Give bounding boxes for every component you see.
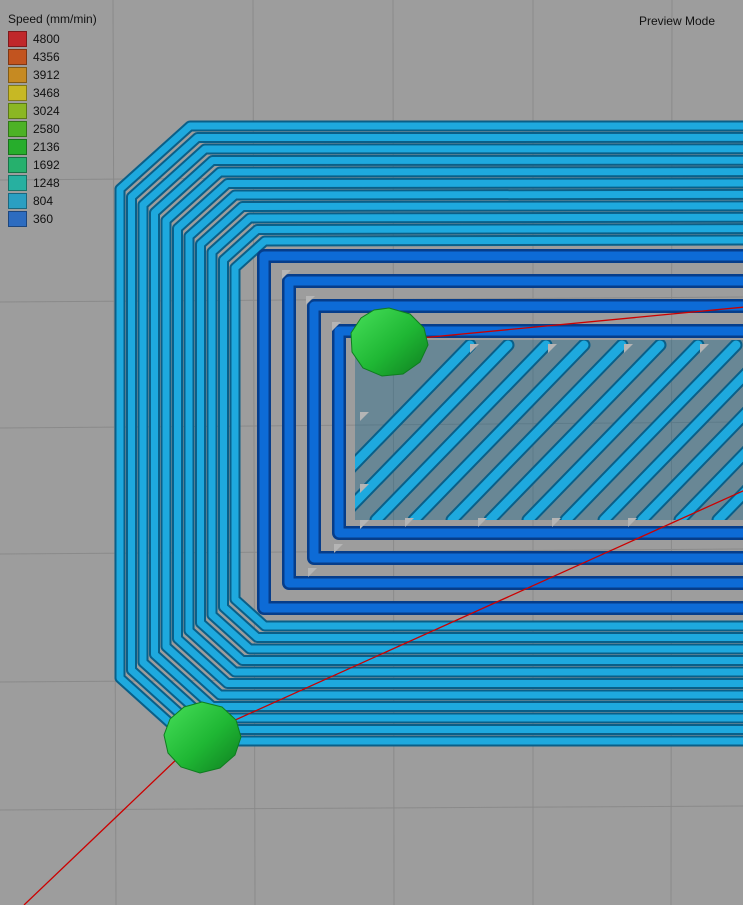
legend-label: 4800	[33, 32, 60, 46]
legend-swatch	[8, 67, 27, 83]
legend-entry: 3912	[8, 66, 97, 84]
preview-mode-label: Preview Mode	[638, 14, 715, 28]
legend-swatch	[8, 157, 27, 173]
legend-entry: 804	[8, 192, 97, 210]
toolpath-canvas[interactable]	[0, 0, 743, 905]
legend-label: 4356	[33, 50, 60, 64]
legend-label: 1692	[33, 158, 60, 172]
3d-viewport[interactable]	[0, 0, 743, 905]
legend-label: 804	[33, 194, 54, 208]
legend-swatch	[8, 121, 27, 137]
legend-entry: 3024	[8, 102, 97, 120]
legend-swatch	[8, 193, 27, 209]
legend-title: Speed (mm/min)	[8, 12, 97, 26]
speed-legend: Speed (mm/min) 4800 4356 3912 3468 3024 2580 2…	[8, 12, 97, 228]
legend-entry: 2136	[8, 138, 97, 156]
legend-entry: 360	[8, 210, 97, 228]
legend-label: 3024	[33, 104, 60, 118]
legend-swatch	[8, 139, 27, 155]
legend-swatch	[8, 211, 27, 227]
legend-swatch	[8, 175, 27, 191]
legend-label: 360	[33, 212, 54, 226]
legend-label: 3912	[33, 68, 60, 82]
legend-entry: 1248	[8, 174, 97, 192]
legend-label: 2136	[33, 140, 60, 154]
legend-swatch	[8, 85, 27, 101]
legend-entry: 3468	[8, 84, 97, 102]
legend-label: 1248	[33, 176, 60, 190]
legend-entries: 4800 4356 3912 3468 3024 2580 2136 1692 1248 804 3…	[8, 30, 97, 228]
legend-swatch	[8, 49, 27, 65]
legend-entry: 1692	[8, 156, 97, 174]
legend-swatch	[8, 103, 27, 119]
legend-swatch	[8, 31, 27, 47]
legend-label: 2580	[33, 122, 60, 136]
legend-entry: 4800	[8, 30, 97, 48]
legend-entry: 4356	[8, 48, 97, 66]
legend-entry: 2580	[8, 120, 97, 138]
legend-label: 3468	[33, 86, 60, 100]
